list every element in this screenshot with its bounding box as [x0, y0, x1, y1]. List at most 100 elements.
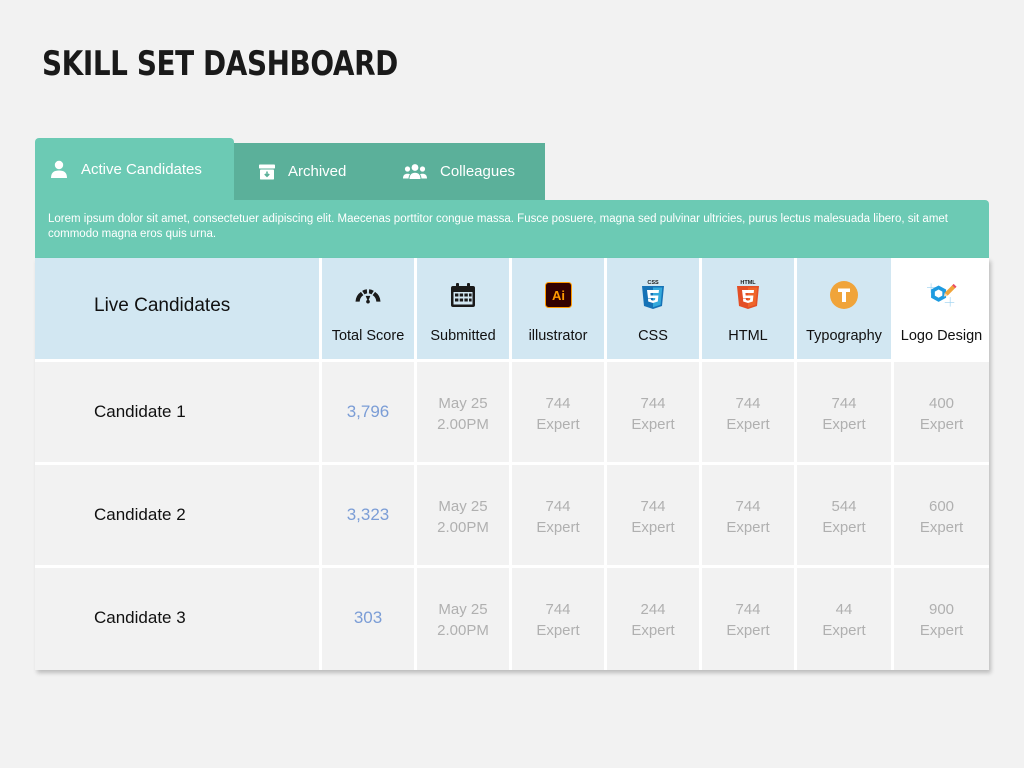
- skill-level: Expert: [631, 416, 675, 433]
- logo-design-icon: [926, 280, 957, 310]
- tab-archived[interactable]: Archived: [234, 143, 380, 200]
- skill-score: 744: [545, 498, 571, 515]
- description-banner: Lorem ipsum dolor sit amet, consectetuer…: [35, 200, 989, 258]
- table-row-name-cell: Candidate 3: [35, 568, 319, 670]
- skill-level: Expert: [919, 416, 964, 433]
- submitted-time: 2.00PM: [437, 519, 489, 536]
- svg-text:Ai: Ai: [552, 288, 565, 303]
- page-title: SKILL SET DASHBOARD: [42, 44, 398, 84]
- skill-level: Expert: [631, 622, 675, 639]
- skill-level: Expert: [822, 416, 866, 433]
- description-text: Lorem ipsum dolor sit amet, consectetuer…: [48, 213, 948, 240]
- skill-level: Expert: [822, 622, 866, 639]
- skill-score: 744: [831, 395, 857, 412]
- skill-score: 744: [640, 395, 666, 412]
- tab-active-candidates[interactable]: Active Candidates: [35, 138, 234, 200]
- candidates-table: Live Candidates Total Score Submitted Ai…: [35, 258, 989, 670]
- skill-score: 744: [545, 601, 571, 618]
- submitted-cell: May 25 2.00PM: [417, 568, 509, 670]
- total-score-cell: 303: [322, 568, 414, 670]
- table-row-name-cell: Candidate 1: [35, 362, 319, 462]
- table-row-name-cell: Candidate 2: [35, 465, 319, 565]
- skill-cell-html: 744 Expert: [702, 362, 794, 462]
- column-header-total-score: Total Score: [322, 258, 414, 359]
- skill-level: Expert: [631, 519, 675, 536]
- total-score: 3,323: [346, 505, 390, 524]
- column-header-css: CSS CSS: [607, 258, 699, 359]
- skill-cell-illustrator: 744 Expert: [512, 568, 604, 670]
- skill-cell-css: 744 Expert: [607, 362, 699, 462]
- column-header-label: CSS: [638, 328, 668, 344]
- column-header-html: HTML HTML: [702, 258, 794, 359]
- skill-score: 544: [831, 498, 857, 515]
- skill-score: 400: [928, 395, 955, 412]
- column-header-label: Logo Design: [900, 328, 983, 344]
- skill-level: Expert: [726, 519, 770, 536]
- svg-text:CSS: CSS: [647, 280, 659, 286]
- total-score-cell: 3,323: [322, 465, 414, 565]
- typography-icon: [829, 280, 859, 310]
- skill-level: Expert: [822, 519, 866, 536]
- skill-cell-html: 744 Expert: [702, 465, 794, 565]
- candidate-name: Candidate 3: [94, 608, 186, 627]
- column-header-logo-design: Logo Design: [894, 258, 989, 359]
- skill-cell-illustrator: 744 Expert: [512, 362, 604, 462]
- column-header-label: HTML: [728, 328, 768, 344]
- skill-score: 744: [735, 601, 761, 618]
- illustrator-icon: Ai: [543, 280, 573, 310]
- skill-level: Expert: [919, 622, 964, 639]
- css3-icon: CSS: [638, 280, 668, 310]
- skill-score: 600: [928, 498, 955, 515]
- gauge-icon: [353, 280, 383, 310]
- column-header-submitted: Submitted: [417, 258, 509, 359]
- calendar-icon: [448, 280, 478, 310]
- skill-cell-typography: 744 Expert: [797, 362, 891, 462]
- skill-cell-html: 744 Expert: [702, 568, 794, 670]
- user-icon: [49, 159, 69, 179]
- skill-cell-typography: 44 Expert: [797, 568, 891, 670]
- skill-cell-logo-design: 400 Expert: [894, 362, 989, 462]
- column-header-illustrator: Ai illustrator: [512, 258, 604, 359]
- skill-score: 244: [640, 601, 666, 618]
- table-title-cell: Live Candidates: [35, 258, 319, 359]
- skill-score: 744: [545, 395, 571, 412]
- svg-text:HTML: HTML: [740, 280, 756, 286]
- skill-score: 744: [640, 498, 666, 515]
- total-score: 303: [353, 608, 383, 627]
- skill-level: Expert: [536, 622, 580, 639]
- column-header-label: Total Score: [331, 328, 405, 344]
- candidate-name: Candidate 2: [94, 505, 186, 524]
- skill-level: Expert: [919, 519, 964, 536]
- skill-level: Expert: [536, 519, 580, 536]
- skill-cell-illustrator: 744 Expert: [512, 465, 604, 565]
- tab-label: Active Candidates: [81, 160, 202, 178]
- skill-level: Expert: [536, 416, 580, 433]
- skill-cell-css: 744 Expert: [607, 465, 699, 565]
- skill-cell-logo-design: 600 Expert: [894, 465, 989, 565]
- submitted-date: May 25: [438, 395, 488, 412]
- submitted-date: May 25: [438, 498, 488, 515]
- skill-score: 744: [735, 498, 761, 515]
- tab-label: Archived: [288, 163, 347, 180]
- column-header-typography: Typography: [797, 258, 891, 359]
- candidate-name: Candidate 1: [94, 402, 186, 421]
- submitted-cell: May 25 2.00PM: [417, 362, 509, 462]
- skill-cell-typography: 544 Expert: [797, 465, 891, 565]
- users-group-icon: [402, 163, 428, 181]
- skill-level: Expert: [726, 622, 770, 639]
- skill-score: 900: [928, 601, 955, 618]
- total-score: 3,796: [346, 402, 390, 421]
- submitted-time: 2.00PM: [437, 622, 489, 639]
- table-title: Live Candidates: [94, 295, 231, 316]
- total-score-cell: 3,796: [322, 362, 414, 462]
- html5-icon: HTML: [733, 280, 763, 310]
- skill-level: Expert: [726, 416, 770, 433]
- tab-colleagues[interactable]: Colleagues: [380, 143, 545, 200]
- archive-box-icon: [258, 163, 276, 181]
- column-header-label: Typography: [806, 328, 882, 344]
- column-header-label: illustrator: [528, 328, 588, 344]
- skill-score: 744: [735, 395, 761, 412]
- submitted-date: May 25: [438, 601, 488, 618]
- skill-score: 44: [835, 601, 853, 618]
- submitted-cell: May 25 2.00PM: [417, 465, 509, 565]
